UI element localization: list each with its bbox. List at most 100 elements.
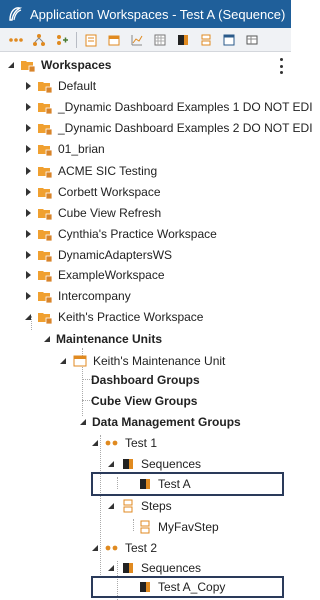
tree-node-cube-view-groups[interactable]: Cube View Groups bbox=[91, 390, 197, 412]
sequence-icon[interactable] bbox=[173, 30, 193, 50]
tree-node-label: Sequences bbox=[141, 457, 202, 471]
tree-node-test2[interactable]: Test 2 bbox=[90, 537, 157, 559]
tree-node-maintenance-units[interactable]: Maintenance Units bbox=[42, 328, 162, 350]
window-icon[interactable] bbox=[219, 30, 239, 50]
step-icon bbox=[120, 498, 136, 514]
tree-node-label: _Dynamic Dashboard Examples 2 DO NOT EDI bbox=[58, 121, 313, 135]
workspace-folder-icon bbox=[37, 99, 53, 115]
collapsed-arrow-icon[interactable] bbox=[23, 166, 33, 176]
document-icon[interactable] bbox=[81, 30, 101, 50]
tree-node-workspace[interactable]: ExampleWorkspace bbox=[23, 264, 165, 286]
workspace-folder-icon bbox=[37, 141, 53, 157]
workspace-folder-icon bbox=[37, 205, 53, 221]
workspace-folder-icon bbox=[37, 78, 53, 94]
calendar-icon[interactable] bbox=[104, 30, 124, 50]
add-node-icon[interactable] bbox=[52, 30, 72, 50]
tree-node-label: Sequences bbox=[141, 561, 202, 575]
tree-node-label: Keith's Maintenance Unit bbox=[93, 354, 226, 368]
window-title: Application Workspaces - Test A (Sequenc… bbox=[30, 6, 286, 22]
tree-node-label: Dashboard Groups bbox=[91, 373, 200, 387]
tree-node-test-a-copy[interactable]: Test A_Copy bbox=[137, 576, 225, 598]
toolbar-separator bbox=[76, 31, 77, 48]
tree-node-workspace[interactable]: ACME SIC Testing bbox=[23, 160, 157, 182]
workspace-folder-icon bbox=[37, 226, 53, 242]
collapsed-arrow-icon[interactable] bbox=[23, 250, 33, 260]
workspace-folder-icon bbox=[37, 184, 53, 200]
tree-node-label: Intercompany bbox=[58, 289, 131, 303]
collapsed-arrow-icon[interactable] bbox=[23, 291, 33, 301]
tree-node-label: ExampleWorkspace bbox=[58, 268, 165, 282]
collapsed-arrow-icon[interactable] bbox=[23, 102, 33, 112]
table-icon[interactable] bbox=[242, 30, 262, 50]
workspace-folder-icon bbox=[37, 120, 53, 136]
expanded-arrow-icon[interactable] bbox=[23, 312, 33, 322]
chart-icon[interactable] bbox=[127, 30, 147, 50]
collapsed-arrow-icon[interactable] bbox=[23, 123, 33, 133]
tree-node-test-a[interactable]: Test A bbox=[137, 473, 191, 495]
tree-node-label: Keith's Practice Workspace bbox=[58, 310, 204, 324]
step-icon[interactable] bbox=[196, 30, 216, 50]
workspaces-folder-icon bbox=[20, 57, 36, 73]
collapsed-arrow-icon[interactable] bbox=[23, 81, 33, 91]
workspace-folder-icon bbox=[37, 288, 53, 304]
tree-node-label: Test 1 bbox=[125, 436, 158, 450]
tree-node-label: Test A bbox=[158, 477, 191, 491]
sequence-icon bbox=[137, 476, 153, 492]
tree-node-myfavstep[interactable]: MyFavStep bbox=[137, 516, 219, 538]
tree-node-steps[interactable]: Steps bbox=[106, 495, 172, 517]
grid-icon[interactable] bbox=[150, 30, 170, 50]
tree-node-label: _Dynamic Dashboard Examples 1 DO NOT EDI bbox=[58, 100, 313, 114]
group-icon bbox=[104, 435, 120, 451]
expanded-arrow-icon[interactable] bbox=[58, 356, 68, 366]
tree-node-workspace[interactable]: DynamicAdaptersWS bbox=[23, 244, 172, 266]
tree-node-workspace[interactable]: 01_brian bbox=[23, 138, 105, 160]
tree-guide bbox=[133, 519, 134, 531]
tree-node-workspace[interactable]: _Dynamic Dashboard Examples 1 DO NOT EDI bbox=[23, 96, 313, 118]
tree-node-workspace[interactable]: Cynthia's Practice Workspace bbox=[23, 223, 217, 245]
expanded-arrow-icon[interactable] bbox=[78, 417, 88, 427]
tree-node-label: Default bbox=[58, 79, 97, 93]
step-icon bbox=[137, 519, 153, 535]
tree-node-label: ACME SIC Testing bbox=[58, 164, 158, 178]
workspace-folder-icon bbox=[37, 309, 53, 325]
tree-node-workspace[interactable]: Default bbox=[23, 75, 96, 97]
collapsed-arrow-icon[interactable] bbox=[23, 187, 33, 197]
tree-node-label: Cube View Groups bbox=[91, 394, 198, 408]
tree-node-label: Test 2 bbox=[125, 541, 158, 555]
expanded-arrow-icon[interactable] bbox=[106, 501, 116, 511]
tree-node-workspaces[interactable]: Workspaces bbox=[6, 54, 111, 76]
tree-node-workspace[interactable]: _Dynamic Dashboard Examples 2 DO NOT EDI bbox=[23, 117, 313, 139]
expanded-arrow-icon[interactable] bbox=[90, 438, 100, 448]
expanded-arrow-icon[interactable] bbox=[6, 60, 16, 70]
tree-node-dashboard-groups[interactable]: Dashboard Groups bbox=[91, 369, 200, 391]
group-icon bbox=[104, 540, 120, 556]
collapsed-arrow-icon[interactable] bbox=[23, 229, 33, 239]
workspace-folder-icon bbox=[37, 267, 53, 283]
tree-node-workspace-expanded[interactable]: Keith's Practice Workspace bbox=[23, 306, 203, 328]
workspace-folder-icon bbox=[37, 247, 53, 263]
tree-node-label: DynamicAdaptersWS bbox=[58, 248, 173, 262]
expanded-arrow-icon[interactable] bbox=[90, 543, 100, 553]
collapsed-arrow-icon[interactable] bbox=[23, 208, 33, 218]
tree-node-label: Data Management Groups bbox=[92, 415, 241, 429]
tree-node-workspace[interactable]: Corbett Workspace bbox=[23, 181, 161, 203]
collapsed-arrow-icon[interactable] bbox=[23, 144, 33, 154]
tree-node-workspace[interactable]: Cube View Refresh bbox=[23, 202, 161, 224]
tree-node-label: Cynthia's Practice Workspace bbox=[58, 227, 217, 241]
maintenance-unit-icon bbox=[72, 353, 88, 369]
expanded-arrow-icon[interactable] bbox=[42, 334, 52, 344]
tree-node-data-management-groups[interactable]: Data Management Groups bbox=[78, 411, 241, 433]
workspace-folder-icon bbox=[37, 163, 53, 179]
hierarchy-icon[interactable] bbox=[29, 30, 49, 50]
expanded-arrow-icon[interactable] bbox=[106, 459, 116, 469]
tree-node-label: 01_brian bbox=[58, 142, 105, 156]
collapsed-arrow-icon[interactable] bbox=[23, 270, 33, 280]
tree-node-label: Cube View Refresh bbox=[58, 206, 162, 220]
more-options-icon[interactable] bbox=[278, 58, 284, 74]
collapse-icon[interactable] bbox=[6, 30, 26, 50]
tree-node-label: Workspaces bbox=[41, 58, 112, 72]
expanded-arrow-icon[interactable] bbox=[106, 563, 116, 573]
tree-node-test1[interactable]: Test 1 bbox=[90, 432, 157, 454]
tree-node-workspace[interactable]: Intercompany bbox=[23, 285, 131, 307]
sequence-icon bbox=[137, 579, 153, 595]
